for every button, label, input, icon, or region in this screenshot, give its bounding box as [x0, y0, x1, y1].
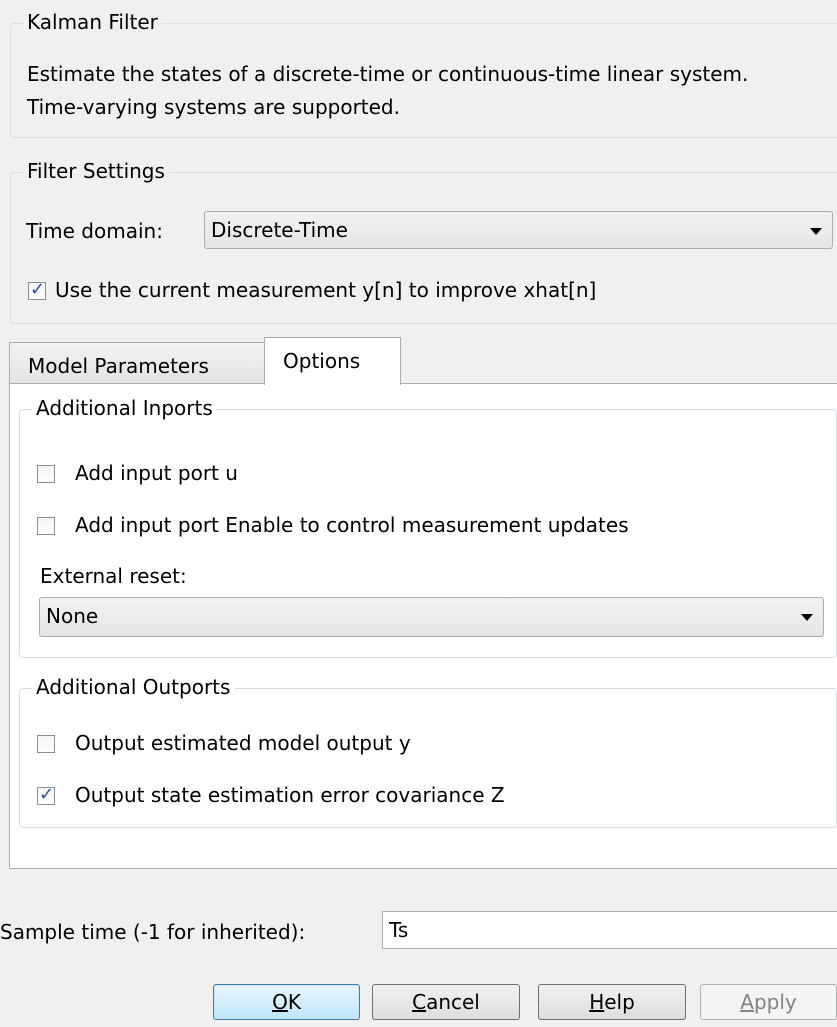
filter-settings-group: Filter Settings Time domain: Discrete-Ti… [10, 158, 837, 324]
output-model-output-label[interactable]: Output estimated model output y [75, 730, 411, 756]
cancel-mnemonic: C [412, 990, 427, 1014]
add-enable-port-checkbox[interactable] [37, 517, 55, 535]
cancel-button[interactable]: Cancel [372, 984, 520, 1020]
kalman-filter-description: Estimate the states of a discrete-time o… [27, 62, 749, 119]
external-reset-dropdown[interactable]: None [39, 597, 824, 637]
ok-label-rest: K [287, 990, 301, 1014]
help-button[interactable]: Help [538, 984, 686, 1020]
tab-options[interactable]: Options [264, 337, 401, 385]
output-covariance-label[interactable]: Output state estimation error covariance… [75, 782, 505, 808]
time-domain-dropdown[interactable]: Discrete-Time [204, 211, 833, 249]
output-model-output-checkbox[interactable] [37, 735, 55, 753]
add-input-port-u-checkbox[interactable] [37, 465, 55, 483]
help-label-rest: elp [604, 990, 635, 1014]
output-covariance-checkbox[interactable] [37, 784, 55, 805]
use-current-measurement-checkbox[interactable] [28, 279, 46, 300]
time-domain-value: Discrete-Time [211, 218, 348, 242]
tab-model-parameters-label: Model Parameters [28, 354, 209, 378]
kalman-filter-title: Kalman Filter [23, 9, 162, 35]
kalman-filter-group: Kalman Filter Estimate the states of a d… [10, 9, 837, 138]
filter-settings-title: Filter Settings [23, 158, 169, 184]
sample-time-input[interactable]: Ts [382, 911, 837, 949]
additional-inports-group: Additional Inports Add input port u Add … [19, 395, 837, 658]
additional-outports-group: Additional Outports Output estimated mod… [19, 674, 837, 828]
additional-inports-title: Additional Inports [32, 395, 217, 421]
cancel-label-rest: ancel [426, 990, 480, 1014]
add-enable-port-label[interactable]: Add input port Enable to control measure… [75, 512, 629, 538]
apply-mnemonic: A [740, 990, 754, 1014]
options-tab-panel: Additional Inports Add input port u Add … [9, 383, 837, 869]
ok-mnemonic: O [272, 990, 288, 1014]
add-input-port-u-label[interactable]: Add input port u [75, 460, 238, 486]
sample-time-label: Sample time (-1 for inherited): [0, 920, 306, 944]
external-reset-value: None [46, 604, 99, 628]
apply-button[interactable]: Apply [700, 984, 837, 1020]
apply-label-rest: pply [753, 990, 797, 1014]
ok-button[interactable]: OK [213, 984, 360, 1020]
time-domain-label: Time domain: [26, 219, 163, 243]
tab-options-label: Options [283, 349, 361, 373]
chevron-down-icon [810, 228, 822, 235]
additional-outports-title: Additional Outports [32, 674, 235, 700]
external-reset-label: External reset: [40, 564, 187, 588]
sample-time-value: Ts [389, 918, 409, 942]
use-current-measurement-label[interactable]: Use the current measurement y[n] to impr… [55, 277, 596, 303]
help-mnemonic: H [589, 990, 605, 1014]
chevron-down-icon [801, 614, 813, 621]
tab-model-parameters[interactable]: Model Parameters [9, 342, 266, 384]
